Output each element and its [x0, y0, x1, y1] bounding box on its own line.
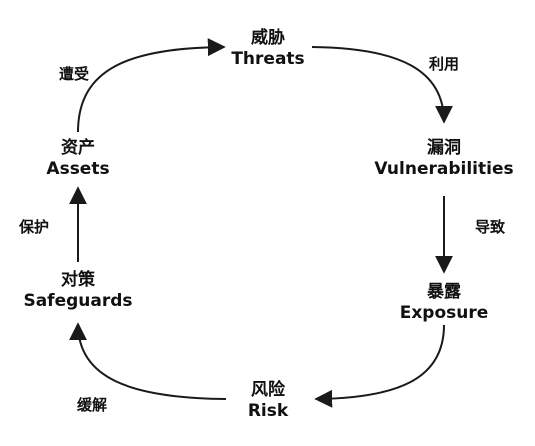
- edge-label-assets-to-threats: 遭受: [58, 65, 90, 83]
- node-assets: 资产 Assets: [46, 138, 109, 181]
- node-vulnerabilities: 漏洞 Vulnerabilities: [374, 138, 513, 181]
- node-vulnerabilities-en: Vulnerabilities: [374, 159, 514, 180]
- arrow-exposure-to-risk: [314, 324, 445, 408]
- node-risk-en: Risk: [247, 401, 289, 422]
- risk-cycle-diagram: 威胁 Threats 漏洞 Vulnerabilities 暴露 Exposur…: [0, 0, 535, 446]
- node-threats-en: Threats: [231, 49, 305, 70]
- node-safeguards-zh: 对策: [61, 270, 95, 290]
- node-vulnerabilities-zh: 漏洞: [426, 138, 461, 158]
- edge-label-vulnerabilities-to-exposure: 导致: [474, 218, 506, 236]
- arrow-assets-to-threats: [77, 38, 226, 133]
- node-exposure-zh: 暴露: [427, 282, 461, 302]
- node-safeguards: 对策 Safeguards: [23, 270, 132, 313]
- edge-label-exposure-to-risk: 缓解: [76, 396, 108, 414]
- node-exposure-en: Exposure: [399, 303, 489, 324]
- node-risk-zh: 风险: [251, 380, 285, 400]
- edge-label-threats-to-vulnerabilities: 利用: [428, 55, 460, 73]
- arrow-threats-to-vulnerabilities: [311, 46, 453, 124]
- node-exposure: 暴露 Exposure: [400, 282, 489, 325]
- node-risk: 风险 Risk: [248, 380, 288, 423]
- node-threats: 威胁 Threats: [231, 28, 304, 71]
- node-assets-en: Assets: [46, 159, 110, 180]
- arrow-risk-to-safeguards: [69, 322, 227, 400]
- node-safeguards-en: Safeguards: [23, 291, 133, 312]
- edge-label-safeguards-to-assets: 保护: [18, 218, 50, 236]
- node-assets-zh: 资产: [60, 138, 95, 158]
- node-threats-zh: 威胁: [251, 28, 285, 48]
